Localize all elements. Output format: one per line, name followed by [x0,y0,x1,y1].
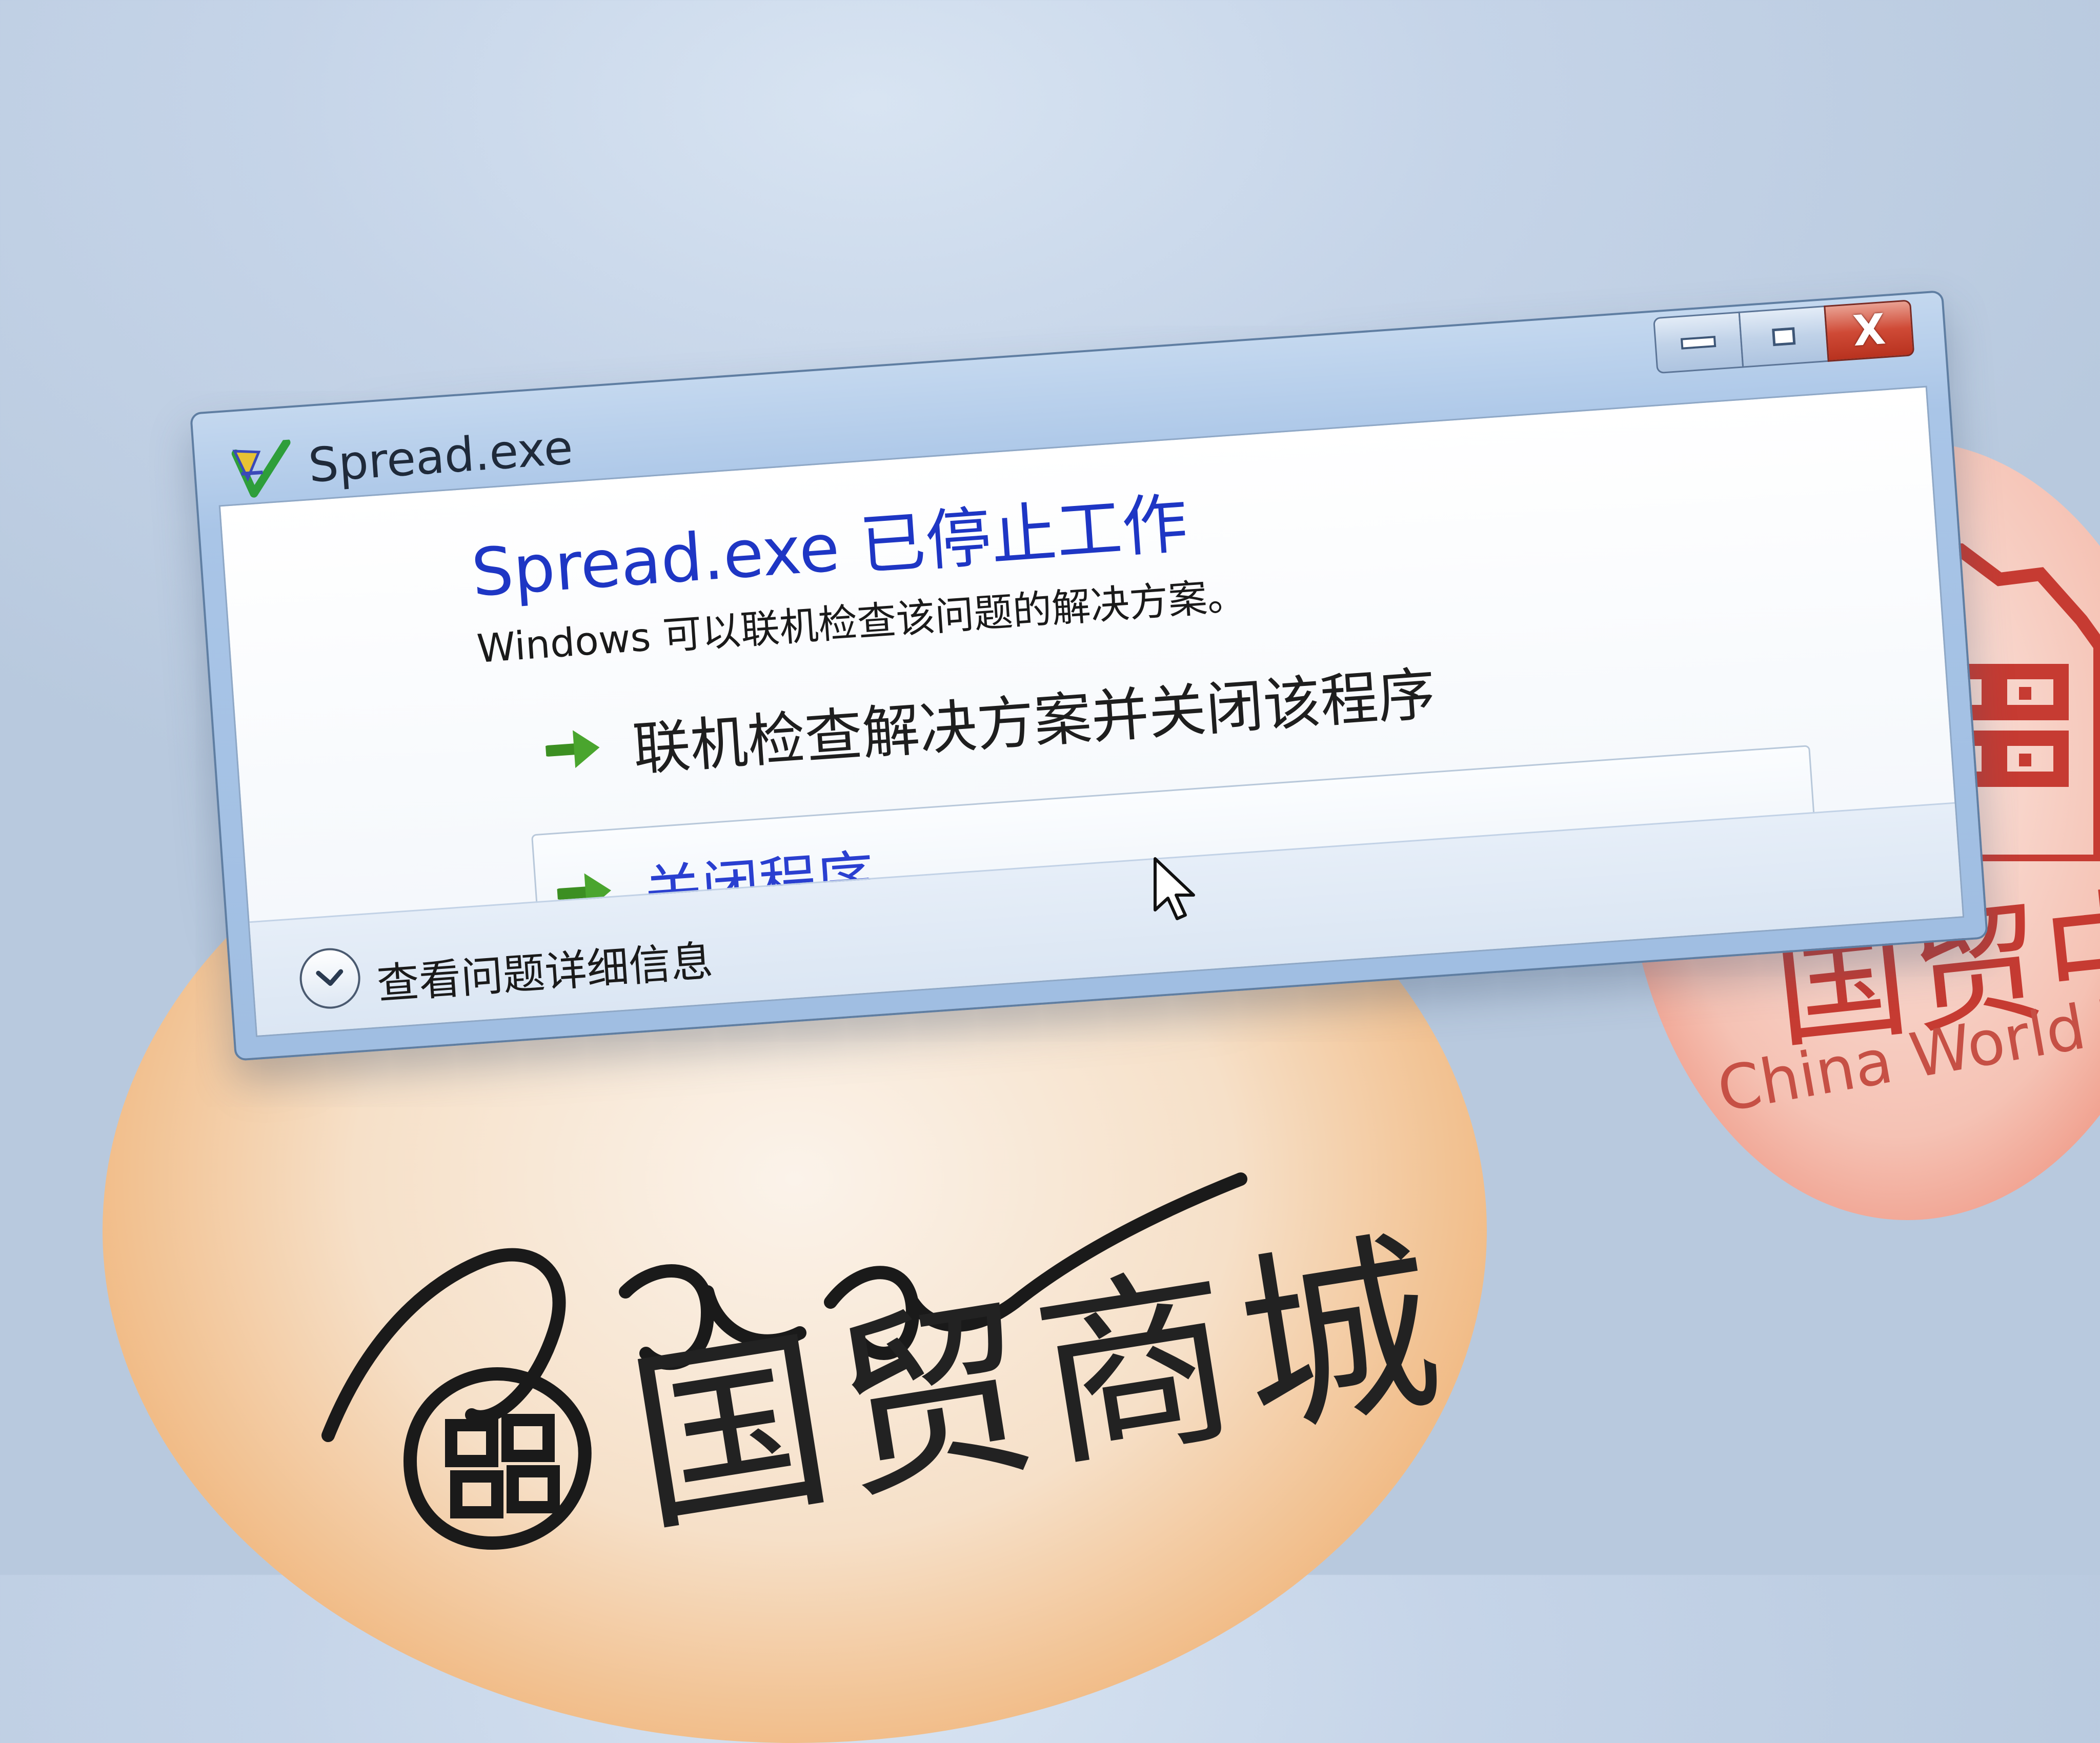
close-icon: X [1851,305,1887,356]
china-world-mall-logo-icon [403,1367,592,1550]
maximize-icon [1772,327,1796,347]
spread-app-icon [231,439,291,498]
check-online-solution-label: 联机检查解决方案并关闭该程序 [631,661,1438,784]
details-toggle-button[interactable] [297,946,362,1011]
maximize-button[interactable] [1738,305,1829,368]
dialog-content: Spread.exe 已停止工作 Windows 可以联机检查该问题的解决方案。… [218,386,1965,1037]
window-controls: X [1653,299,1915,379]
minimize-icon [1680,336,1717,350]
view-details-link[interactable]: 查看问题详细信息 [375,927,715,1011]
minimize-button[interactable] [1653,311,1744,374]
error-dialog-window: Spread.exe X Spread.exe 已停止工作 Windows 可以… [190,290,1989,1061]
close-button[interactable]: X [1824,299,1915,362]
chevron-down-icon [316,969,344,986]
green-arrow-icon [544,730,600,768]
dialog-title: Spread.exe [307,420,575,493]
mouse-cursor-icon [1154,857,1195,920]
